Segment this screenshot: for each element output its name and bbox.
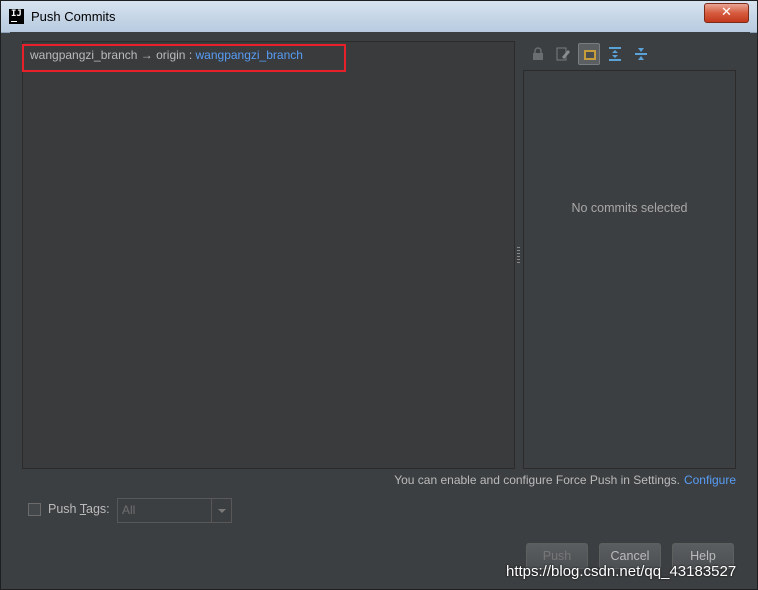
expand-all-icon[interactable] — [604, 43, 626, 65]
intellij-app-icon: IJ — [9, 9, 24, 24]
push-tags-label[interactable]: Push Tags: — [48, 502, 110, 516]
title-bar: IJ Push Commits ✕ — [1, 1, 757, 33]
configure-link[interactable]: Configure — [684, 473, 736, 487]
force-push-text: You can enable and configure Force Push … — [394, 473, 680, 487]
splitter-handle[interactable] — [517, 247, 520, 263]
collapse-all-icon[interactable] — [630, 43, 652, 65]
lock-icon[interactable] — [527, 43, 549, 65]
force-push-hint: You can enable and configure Force Push … — [394, 473, 736, 487]
commit-details-panel: No commits selected — [523, 70, 736, 469]
dialog-body: wangpangzi_branch → origin : wangpangzi_… — [10, 32, 750, 585]
push-tags-checkbox[interactable] — [28, 503, 41, 516]
push-tags-select-value: All — [122, 503, 136, 517]
annotation-highlight-box — [22, 44, 346, 72]
close-icon: ✕ — [721, 5, 732, 20]
push-tags-select[interactable]: All — [117, 498, 232, 523]
preview-icon[interactable] — [578, 43, 600, 65]
watermark-text: https://blog.csdn.net/qq_43183527 — [506, 563, 737, 580]
push-tree-panel: wangpangzi_branch → origin : wangpangzi_… — [22, 41, 515, 469]
window-title: Push Commits — [31, 9, 116, 24]
push-commits-window: IJ Push Commits ✕ wangpangzi_branch → or… — [0, 0, 758, 590]
empty-details-text: No commits selected — [571, 201, 688, 215]
close-button[interactable]: ✕ — [704, 3, 749, 23]
edit-icon[interactable] — [552, 43, 574, 65]
chevron-down-icon[interactable] — [211, 499, 231, 522]
